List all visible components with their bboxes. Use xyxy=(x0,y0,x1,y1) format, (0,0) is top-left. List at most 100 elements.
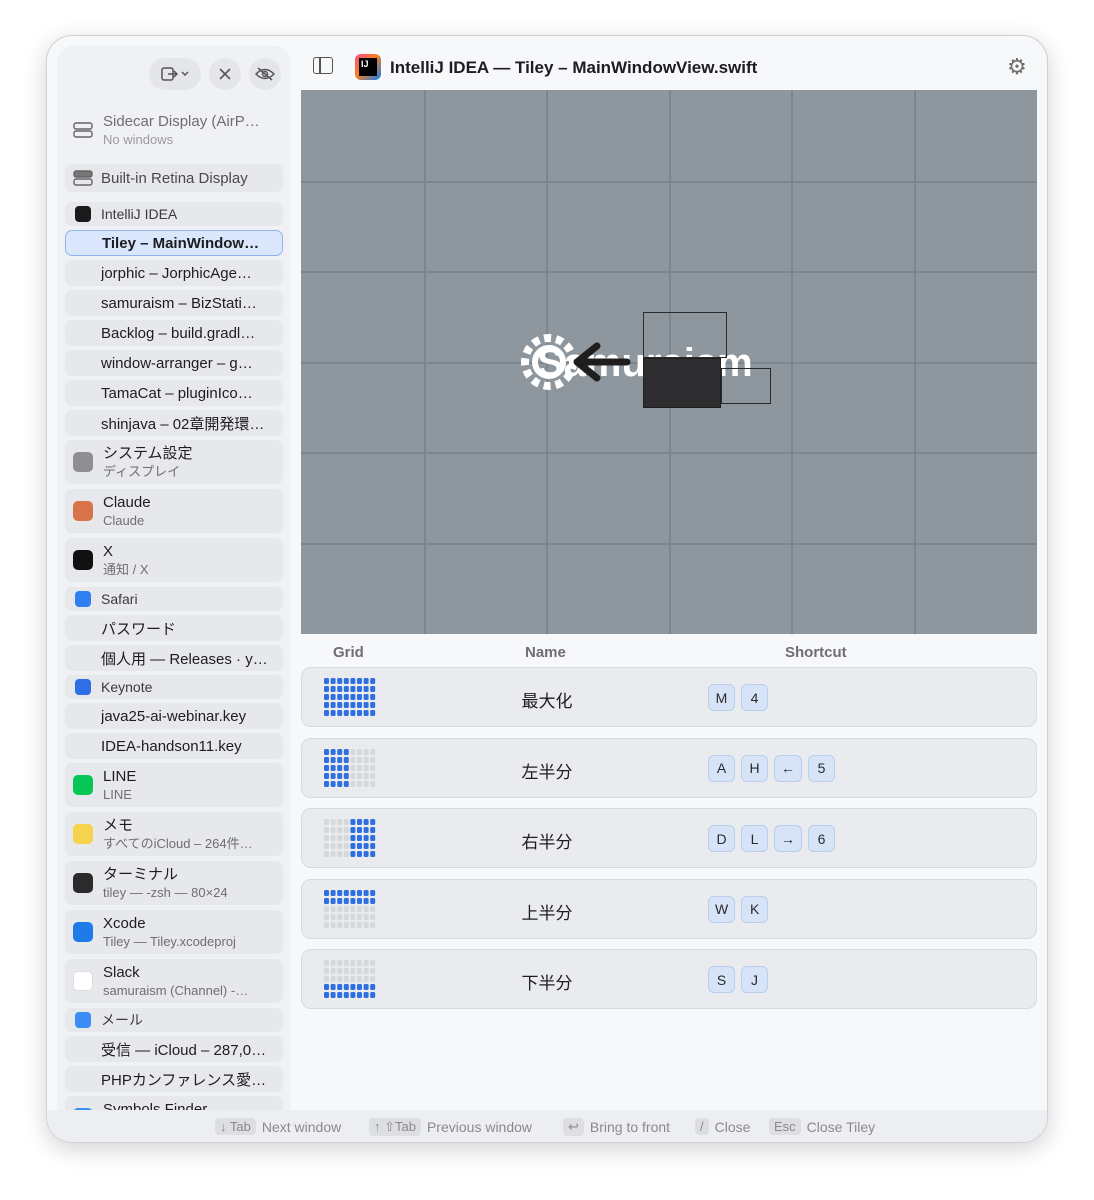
layout-table-header: Grid Name Shortcut xyxy=(301,640,1037,666)
safari-icon xyxy=(75,591,91,607)
system-settings-icon xyxy=(73,452,93,472)
window-list-item[interactable]: jorphic – JorphicAge… xyxy=(65,260,283,286)
window-app-name: Slack xyxy=(103,964,140,981)
window-subtitle: すべてのiCloud – 264件… xyxy=(103,836,253,851)
shortcut-key[interactable]: D xyxy=(708,825,735,852)
shortcut-key[interactable]: S xyxy=(708,966,735,993)
layout-row[interactable]: 下半分 S J xyxy=(301,949,1037,1009)
shortcut-key[interactable]: ← xyxy=(774,754,802,782)
display-item-sidecar[interactable]: Sidecar Display (AirP… No windows xyxy=(65,108,283,152)
close-icon xyxy=(219,68,231,80)
window-title: 受信 — iCloud – 287,0… xyxy=(101,1041,267,1059)
window-list-item[interactable]: 個人用 — Releases · y… xyxy=(65,645,283,671)
gear-icon[interactable]: ⚙ xyxy=(1005,55,1029,79)
window-list-item[interactable]: Backlog – build.gradl… xyxy=(65,320,283,346)
grid-layout-icon xyxy=(324,889,376,928)
layout-row[interactable]: 左半分 A H ← 5 xyxy=(301,737,1037,798)
window-list-item[interactable]: システム設定 ディスプレイ xyxy=(65,440,283,484)
grid-layout-icon xyxy=(324,678,376,716)
window-app-name: X xyxy=(103,543,114,560)
shortcut-keys: M4 xyxy=(708,684,768,711)
app-name: Keynote xyxy=(101,679,153,695)
window-list-item[interactable]: shinjava – 02章開発環… xyxy=(65,410,283,436)
x-icon xyxy=(73,550,93,570)
shortcut-key[interactable]: J xyxy=(741,966,768,993)
keyboard-hint: / Close xyxy=(695,1118,750,1135)
hint-label: Previous window xyxy=(426,1119,533,1135)
keynote-icon xyxy=(75,679,91,695)
layout-name: 最大化 xyxy=(521,692,573,711)
shortcut-key[interactable]: → xyxy=(774,825,802,852)
app-group-header[interactable]: メール xyxy=(65,1008,283,1032)
shortcut-key[interactable]: 6 xyxy=(808,825,835,852)
window-list-item[interactable]: Claude Claude xyxy=(65,489,283,533)
terminal-icon xyxy=(73,873,93,893)
layout-grid-preview[interactable]: Samuraism xyxy=(301,90,1037,634)
keyboard-hint: Esc Close Tiley xyxy=(769,1118,875,1135)
sidebar-toggle-icon[interactable] xyxy=(313,57,333,74)
window-list-item[interactable]: 受信 — iCloud – 287,0… xyxy=(65,1036,283,1062)
name-column-header: Name xyxy=(525,644,566,661)
window-list-item[interactable]: LINE LINE xyxy=(65,763,283,807)
window-list-item[interactable]: IDEA-handson11.key xyxy=(65,733,283,759)
app-group-header[interactable]: IntelliJ IDEA xyxy=(65,202,283,226)
app-group-header[interactable]: Safari xyxy=(65,587,283,611)
layout-name: 下半分 xyxy=(521,974,573,993)
close-window-button[interactable] xyxy=(209,58,241,90)
layout-row[interactable]: 上半分 W K xyxy=(301,878,1037,939)
app-name: メール xyxy=(101,1012,143,1028)
shortcut-key[interactable]: W xyxy=(708,895,736,923)
window-list-item[interactable]: Slack samuraism (Channel) -… xyxy=(65,959,283,1003)
hide-window-button[interactable] xyxy=(249,58,281,90)
intellij-icon: IJ xyxy=(355,54,381,80)
keyboard-hint: ↑ ⇧Tab Previous window xyxy=(369,1118,532,1136)
window-subtitle: 通知 / X xyxy=(103,562,149,577)
window-list-item[interactable]: samuraism – BizStati… xyxy=(65,290,283,316)
shortcut-keys: SJ xyxy=(708,966,768,993)
window-subtitle: Tiley — Tiley.xcodeproj xyxy=(103,934,236,949)
window-list-item[interactable]: java25-ai-webinar.key xyxy=(65,703,283,729)
display-item-builtin[interactable]: Built-in Retina Display xyxy=(65,164,283,192)
shortcut-key[interactable]: H xyxy=(741,754,768,782)
window-list-item[interactable]: メモ すべてのiCloud – 264件… xyxy=(65,812,283,856)
shortcut-keys: A H ← 5 xyxy=(708,754,835,782)
window-frame-outline xyxy=(643,312,727,358)
hint-label: Bring to front xyxy=(589,1119,671,1135)
intellij-icon xyxy=(75,206,91,222)
window-app-name: Claude xyxy=(103,494,151,511)
window-app-name: LINE xyxy=(103,768,137,785)
move-to-display-button[interactable] xyxy=(149,58,201,90)
window-list-item[interactable]: window-arranger – g… xyxy=(65,350,283,376)
keyboard-hints-bar: ↓ Tab Next window ↑ ⇧Tab Previous window ↩ Br… xyxy=(47,1110,1047,1142)
layout-row[interactable]: 右半分 D L → 6 xyxy=(301,808,1037,868)
shortcut-key[interactable]: M xyxy=(708,684,735,711)
window-title: jorphic – JorphicAge… xyxy=(101,264,252,282)
notes-icon xyxy=(73,824,93,844)
display-title: Sidecar Display (AirP… xyxy=(103,113,260,130)
shortcut-key[interactable]: 4 xyxy=(741,684,768,711)
line-icon xyxy=(73,775,93,795)
window-list-item[interactable]: Xcode Tiley — Tiley.xcodeproj xyxy=(65,910,283,954)
window-list-item[interactable]: PHPカンファレンス愛… xyxy=(65,1066,283,1092)
window-list-item[interactable]: ターミナル tiley — -zsh — 80×24 xyxy=(65,861,283,905)
shortcut-key[interactable]: A xyxy=(708,754,735,782)
window-subtitle: tiley — -zsh — 80×24 xyxy=(103,885,228,900)
layout-row[interactable]: 最大化 M 4 xyxy=(301,667,1037,727)
shortcut-keys: D L → 6 xyxy=(708,825,835,852)
shortcut-key[interactable]: L xyxy=(741,825,768,852)
window-title: shinjava – 02章開発環… xyxy=(101,415,265,433)
layout-name: 左半分 xyxy=(521,762,573,782)
grid-layout-icon xyxy=(324,960,376,998)
grid-layout-icon xyxy=(324,819,376,857)
window-list-item[interactable]: Tiley – MainWindow… xyxy=(65,230,283,256)
shortcut-key[interactable]: 5 xyxy=(808,754,835,782)
shortcut-key[interactable]: K xyxy=(741,895,769,923)
window-list-item[interactable]: X 通知 / X xyxy=(65,538,283,582)
window-list-item[interactable]: パスワード xyxy=(65,615,283,641)
grid-column-header: Grid xyxy=(333,644,364,661)
window-list-item[interactable]: TamaCat – pluginIco… xyxy=(65,380,283,406)
display-icon xyxy=(73,120,93,140)
window-title: IDEA-handson11.key xyxy=(101,737,242,755)
app-group-header[interactable]: Keynote xyxy=(65,675,283,699)
tiley-window: Sidecar Display (AirP… No windows Built-… xyxy=(46,35,1048,1143)
